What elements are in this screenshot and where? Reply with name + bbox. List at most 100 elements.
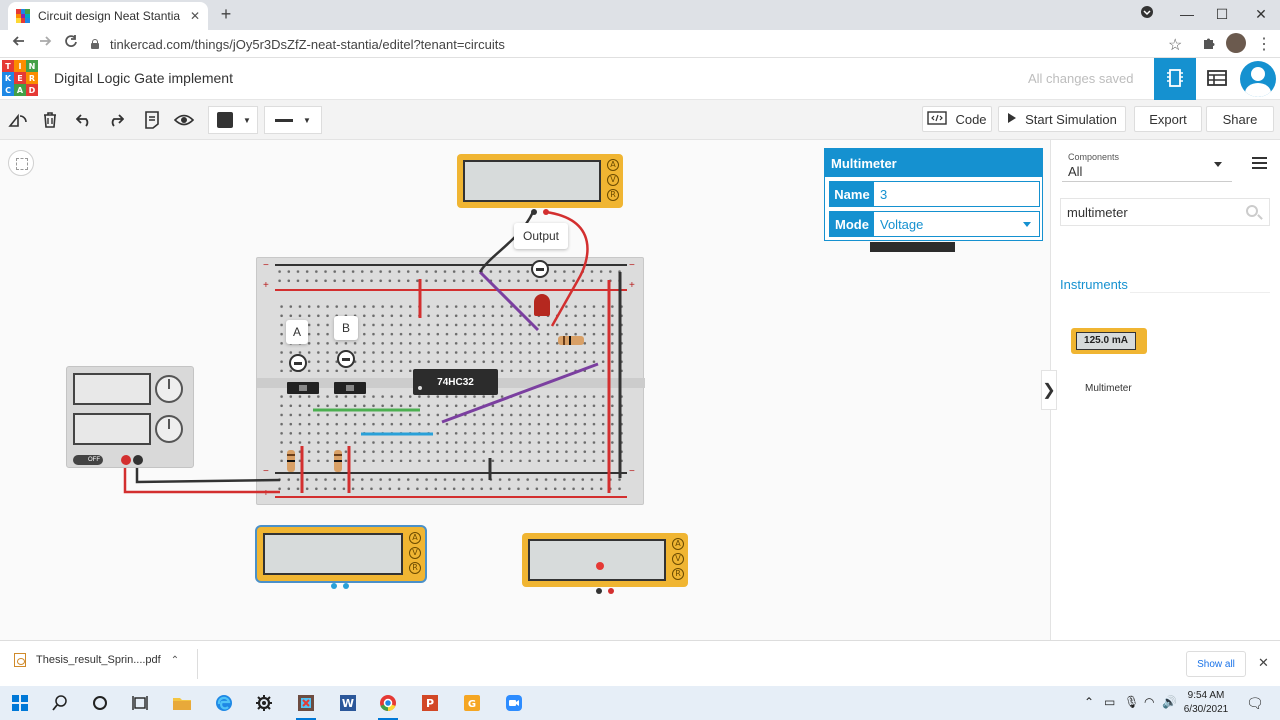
delete-icon[interactable] bbox=[38, 108, 62, 132]
probe-label-b[interactable]: B bbox=[334, 316, 358, 340]
settings-gear-icon[interactable] bbox=[252, 691, 276, 715]
battery-icon[interactable]: ▭ bbox=[1104, 695, 1115, 709]
tinkercad-logo[interactable]: T I N K E R C A D bbox=[2, 60, 38, 96]
cortana-icon[interactable] bbox=[88, 691, 112, 715]
multimeter-bottom-left[interactable]: A V R bbox=[257, 527, 425, 589]
probe-b-icon[interactable] bbox=[337, 350, 355, 368]
meter-mode-v[interactable]: V bbox=[409, 547, 421, 559]
close-downloads-icon[interactable]: ✕ bbox=[1258, 655, 1269, 671]
meter-mode-v[interactable]: V bbox=[607, 174, 619, 186]
wire-purple[interactable] bbox=[478, 270, 540, 332]
psu-power-switch[interactable]: OFF bbox=[73, 455, 103, 465]
multimeter-component-thumbnail[interactable]: 125.0 mA bbox=[1071, 328, 1147, 354]
chevron-up-icon[interactable]: ⌃ bbox=[171, 655, 179, 666]
wire-color-dropdown[interactable]: ▼ bbox=[208, 106, 258, 134]
visibility-eye-icon[interactable] bbox=[172, 108, 196, 132]
word-icon[interactable]: W bbox=[336, 691, 360, 715]
system-clock[interactable]: 9:54 AM 6/30/2021 bbox=[1180, 689, 1232, 717]
code-button[interactable]: Code bbox=[922, 106, 992, 132]
reload-button[interactable] bbox=[60, 34, 82, 54]
color-swatch bbox=[217, 112, 233, 128]
psu-negative-terminal[interactable] bbox=[133, 455, 143, 465]
volume-icon[interactable]: 🔊 bbox=[1162, 695, 1177, 709]
meter-mode-a[interactable]: A bbox=[409, 532, 421, 544]
meter-mode-r[interactable]: R bbox=[607, 189, 619, 201]
minimize-button[interactable]: — bbox=[1170, 0, 1204, 30]
search-icon[interactable] bbox=[48, 691, 72, 715]
windows-start-icon[interactable] bbox=[8, 691, 32, 715]
task-view-icon[interactable] bbox=[128, 691, 152, 715]
multimeter-output[interactable]: A V R bbox=[457, 154, 623, 215]
meter-pos-terminal[interactable] bbox=[608, 588, 614, 594]
close-window-button[interactable]: ✕ bbox=[1244, 0, 1278, 30]
component-search-input[interactable]: multimeter bbox=[1060, 198, 1270, 226]
probe-label-a[interactable]: A bbox=[286, 320, 308, 344]
inspector-title: Multimeter bbox=[825, 149, 1042, 177]
microphone-icon[interactable]: 🎙 bbox=[1124, 695, 1139, 709]
maximize-button[interactable]: ☐ bbox=[1205, 0, 1239, 30]
component-list-view-button[interactable] bbox=[1196, 58, 1238, 100]
probe-label-output[interactable]: Output bbox=[514, 223, 568, 249]
share-button[interactable]: Share bbox=[1206, 106, 1274, 132]
search-icon[interactable] bbox=[1246, 205, 1258, 217]
back-button[interactable] bbox=[8, 34, 30, 54]
meter-mode-a[interactable]: A bbox=[607, 159, 619, 171]
wire-type-dropdown[interactable]: ▼ bbox=[264, 106, 322, 134]
start-simulation-button[interactable]: Start Simulation bbox=[998, 106, 1126, 132]
zoom-icon[interactable] bbox=[502, 691, 526, 715]
probe-a-icon[interactable] bbox=[289, 354, 307, 372]
browser-tab[interactable]: Circuit design Neat Stantia | Tink ✕ bbox=[8, 2, 208, 30]
dc-power-supply[interactable]: OFF bbox=[66, 366, 194, 468]
url-input[interactable]: tinkercad.com/things/jOy5r3DsZfZ-neat-st… bbox=[90, 33, 1190, 55]
chrome-icon[interactable] bbox=[376, 691, 400, 720]
meter-pos-terminal[interactable] bbox=[343, 583, 349, 589]
show-all-button[interactable]: Show all bbox=[1186, 651, 1246, 677]
snipping-tool-icon[interactable] bbox=[294, 691, 318, 720]
user-avatar[interactable] bbox=[1240, 61, 1276, 97]
wire-purple[interactable] bbox=[441, 362, 599, 424]
name-input[interactable]: 3 bbox=[874, 182, 1039, 206]
start-simulation-label: Start Simulation bbox=[1025, 111, 1117, 127]
multimeter-bottom-right[interactable]: A V R bbox=[522, 533, 688, 594]
psu-current-knob[interactable] bbox=[155, 415, 183, 443]
forward-button[interactable] bbox=[34, 34, 56, 54]
redo-icon[interactable] bbox=[104, 108, 128, 132]
psu-positive-terminal[interactable] bbox=[121, 455, 131, 465]
download-item[interactable]: Thesis_result_Sprin....pdf ⌃ bbox=[14, 653, 179, 667]
components-category-dropdown[interactable]: Components All bbox=[1062, 146, 1232, 182]
meter-com-terminal[interactable] bbox=[531, 209, 537, 215]
rotate-icon[interactable] bbox=[6, 108, 30, 132]
chrome-profile-icon[interactable] bbox=[1130, 0, 1164, 30]
bookmark-star-icon[interactable]: ☆ bbox=[1168, 35, 1182, 55]
file-explorer-icon[interactable] bbox=[170, 691, 194, 715]
circuit-view-button[interactable] bbox=[1154, 58, 1196, 100]
undo-icon[interactable] bbox=[72, 108, 96, 132]
meter-mode-r[interactable]: R bbox=[409, 562, 421, 574]
profile-avatar-icon[interactable] bbox=[1226, 33, 1246, 53]
design-title[interactable]: Digital Logic Gate implement bbox=[54, 70, 233, 86]
export-button[interactable]: Export bbox=[1134, 106, 1202, 132]
psu-voltage-knob[interactable] bbox=[155, 375, 183, 403]
mode-select[interactable]: Voltage bbox=[874, 212, 1039, 236]
meter-mode-r[interactable]: R bbox=[672, 568, 684, 580]
meter-mode-a[interactable]: A bbox=[672, 538, 684, 550]
probe-output-icon[interactable] bbox=[531, 260, 549, 278]
meter-pos-terminal[interactable] bbox=[543, 209, 549, 215]
meter-mode-v[interactable]: V bbox=[672, 553, 684, 565]
show-hidden-icons-icon[interactable]: ⌃ bbox=[1084, 695, 1094, 709]
collapse-panel-chevron-icon[interactable]: ❯ bbox=[1041, 370, 1057, 410]
new-tab-button[interactable]: + bbox=[216, 4, 236, 24]
extensions-puzzle-icon[interactable] bbox=[1202, 36, 1216, 53]
edge-browser-icon[interactable] bbox=[212, 691, 236, 715]
app-icon[interactable]: G bbox=[460, 691, 484, 715]
browser-menu-icon[interactable]: ⋮ bbox=[1256, 34, 1272, 54]
powerpoint-icon[interactable]: P bbox=[418, 691, 442, 715]
list-view-icon[interactable] bbox=[1252, 157, 1267, 172]
meter-com-terminal[interactable] bbox=[596, 588, 602, 594]
tab-close-icon[interactable]: ✕ bbox=[190, 9, 200, 23]
notes-icon[interactable] bbox=[140, 108, 164, 132]
wifi-icon[interactable]: ◠ bbox=[1144, 695, 1154, 709]
notifications-icon[interactable]: 🗨 bbox=[1246, 695, 1264, 712]
meter-com-terminal[interactable] bbox=[331, 583, 337, 589]
resistor-band bbox=[287, 460, 295, 462]
